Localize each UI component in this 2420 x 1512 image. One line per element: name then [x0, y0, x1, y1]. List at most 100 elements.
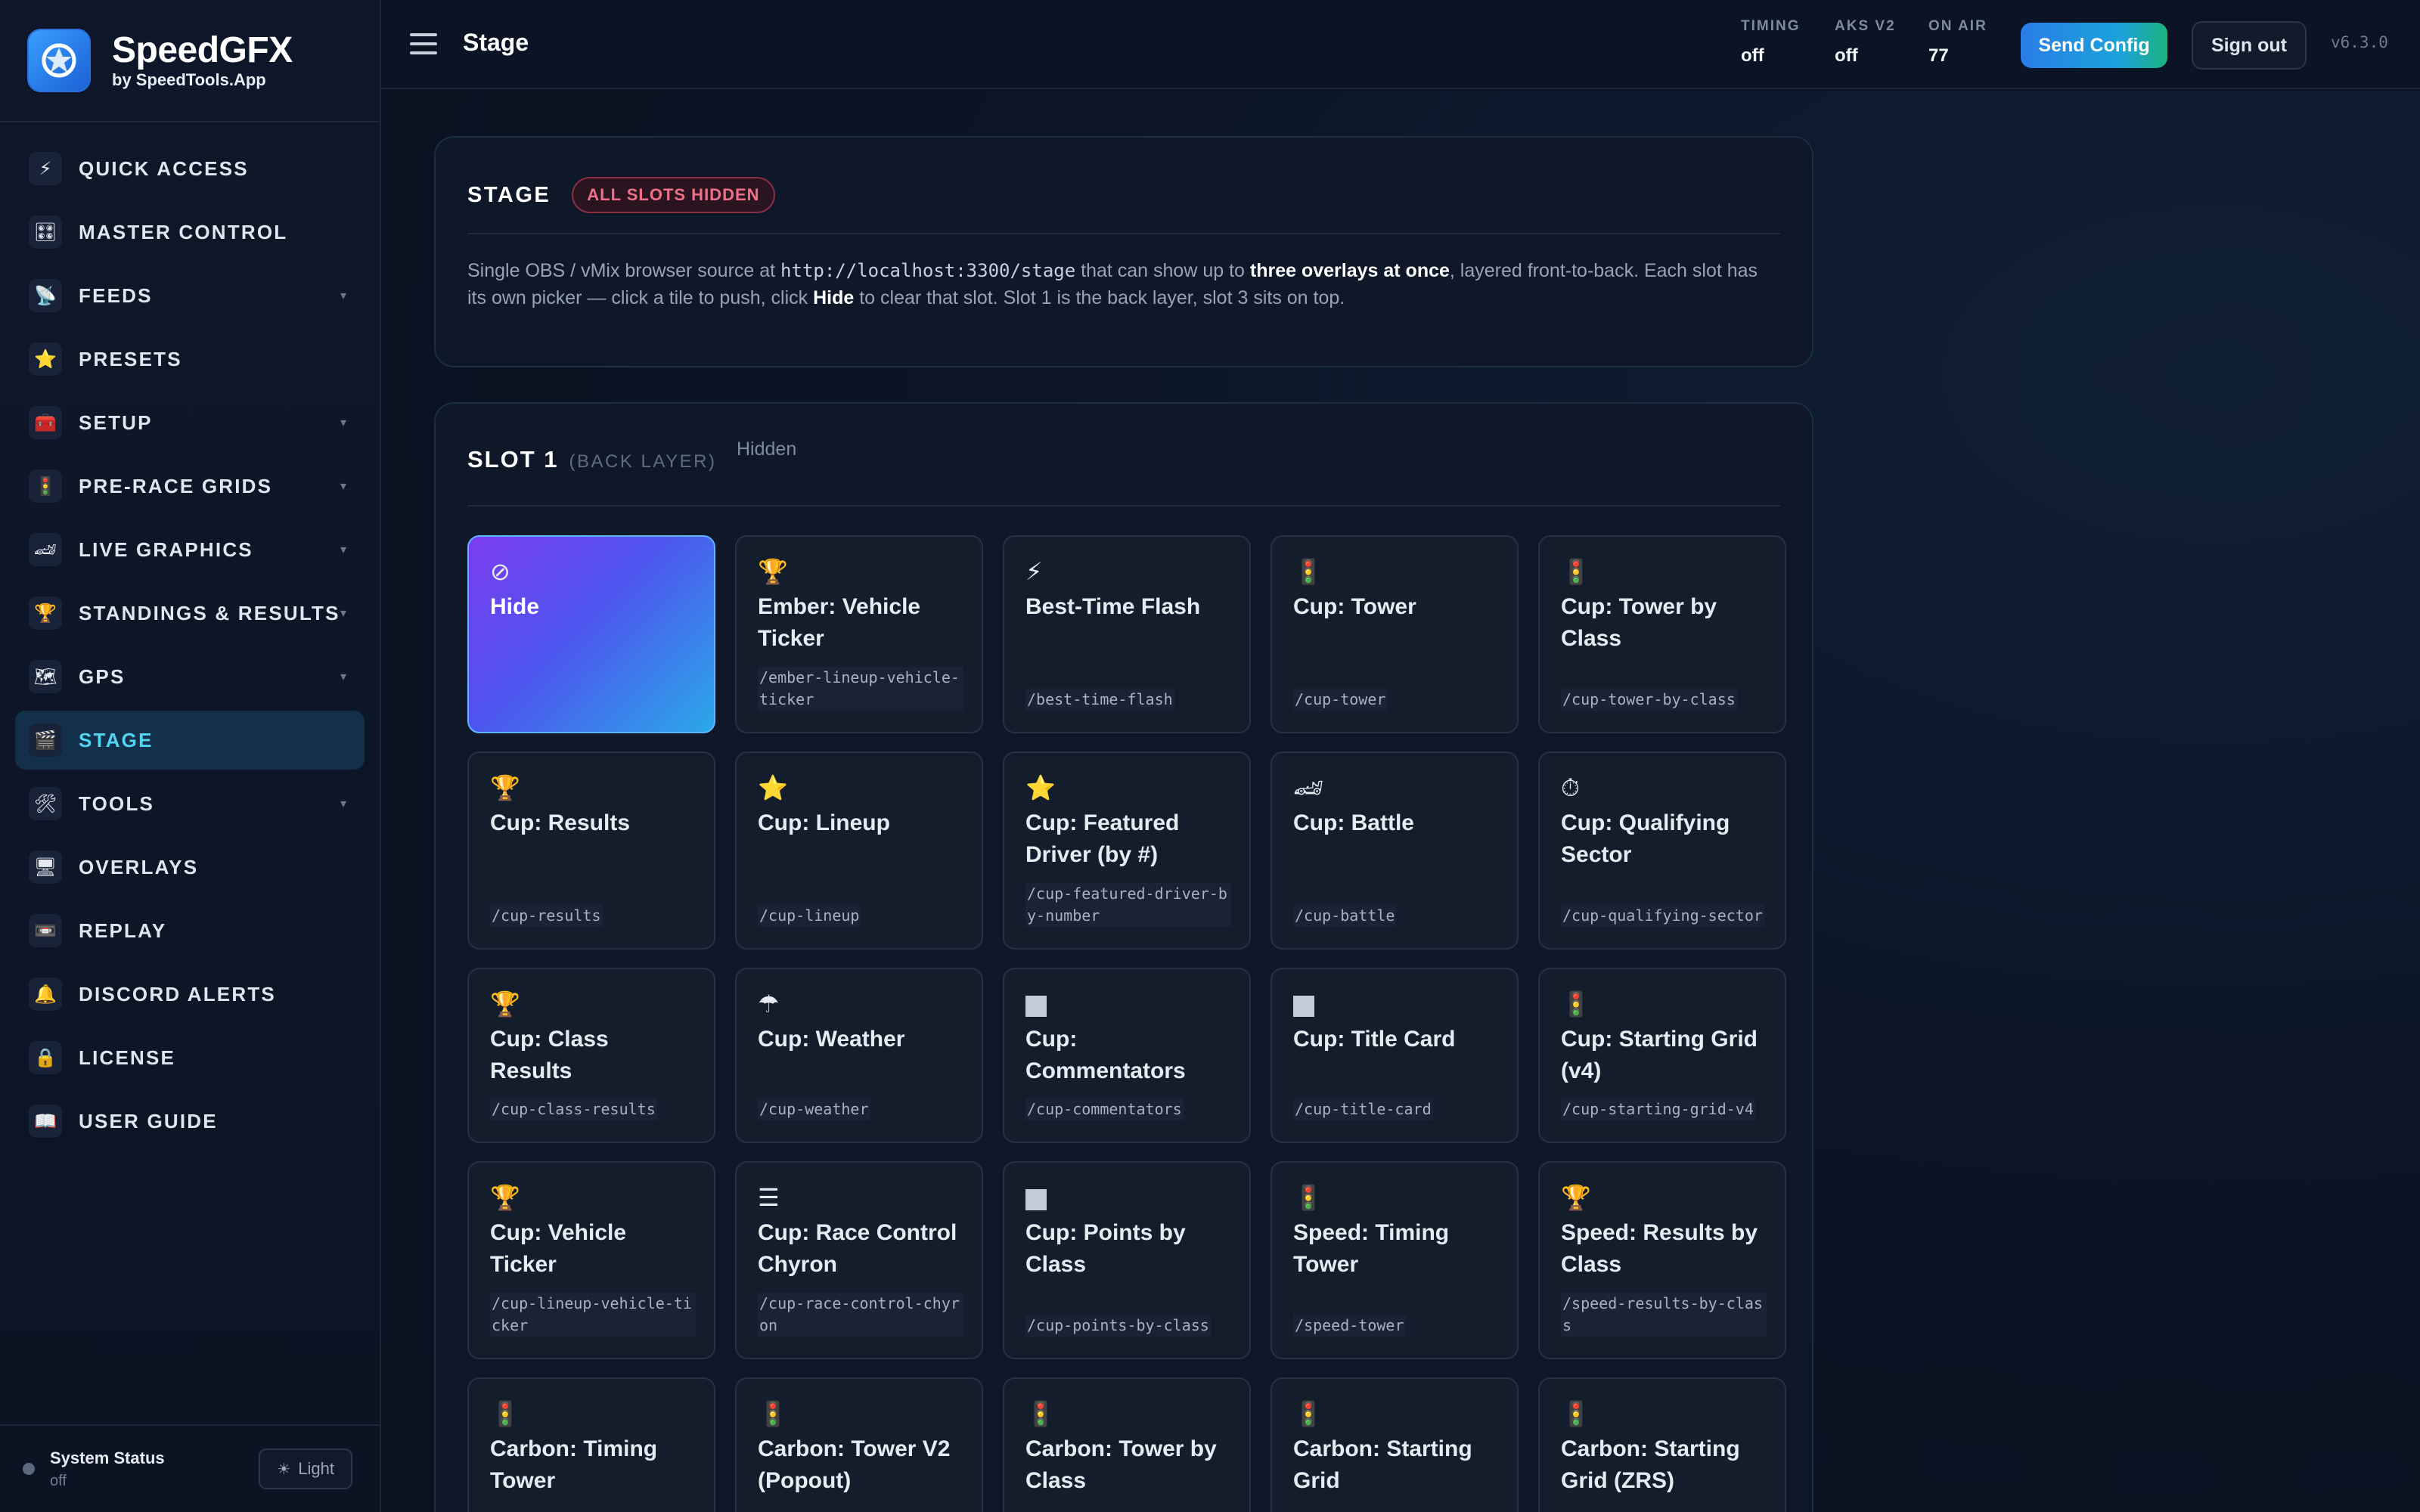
overlay-tile-ember-vehicle-ticker[interactable]: 🏆 Ember: Vehicle Ticker/ember-lineup-vehi… — [735, 535, 983, 733]
overlay-tile-carbon-starting-grid[interactable]: 🚦 Carbon: Starting Grid — [1270, 1377, 1519, 1512]
overlay-tile-best-time-flash[interactable]: ⚡ Best-Time Flash/best-time-flash — [1003, 535, 1251, 733]
chevron-down-icon[interactable]: ▾ — [340, 542, 346, 557]
chevron-down-icon[interactable]: ▾ — [340, 415, 346, 430]
trophy-icon: 🏆 — [758, 558, 788, 585]
sidebar-item-stage[interactable]: 🎬 STAGE — [15, 711, 365, 770]
tile-name: Cup: Race Control Chyron — [758, 1220, 957, 1277]
tile-route-path: /cup-lineup — [758, 905, 861, 927]
stat-on-air: ON AIR 77 — [1928, 18, 1987, 67]
lightning-icon: ⚡ — [1025, 558, 1043, 585]
traffic-light-icon: 🚦 — [490, 1400, 520, 1427]
sidebar-item-feeds[interactable]: 📡 FEEDS ▾ — [15, 266, 365, 325]
sidebar-item-setup[interactable]: 🧰 SETUP ▾ — [15, 393, 365, 452]
overlay-tile-cup-qualifying-sector[interactable]: ⏱ Cup: Qualifying Sector/cup-qualifying-s… — [1538, 751, 1786, 950]
traffic-light-icon: 🚦 — [758, 1400, 788, 1427]
overlay-tile-cup-featured-driver-by[interactable]: ⭐ Cup: Featured Driver (by #) /cup-feature… — [1003, 751, 1251, 950]
overlay-tile-carbon-starting-grid-zrs[interactable]: 🚦Carbon: Starting Grid (ZRS)/carbon-star… — [1538, 1377, 1786, 1512]
hamburger-menu-icon[interactable] — [408, 30, 439, 57]
race-car-icon: 🏎 — [1293, 774, 1324, 801]
overlay-tile-carbon-timing-tower[interactable]: 🚦 Carbon: Timing Tower — [467, 1377, 715, 1512]
sidebar-item-replay[interactable]: 📼 REPLAY — [15, 901, 365, 960]
overlay-tile-cup-tower[interactable]: 🚦 Cup: Tower/cup-tower — [1270, 535, 1519, 733]
overlay-tile-speed-results-by-class[interactable]: 🏆 Speed: Results by Class/speed-results-b… — [1538, 1161, 1786, 1359]
sidebar-item-user-guide[interactable]: 📖 USER GUIDE — [15, 1092, 365, 1151]
sidebar-item-master-control[interactable]: 🎛 MASTER CONTROL — [15, 203, 365, 262]
overlay-tile-cup-points-by-class[interactable]: Cup: Points by Class/cup-points-by-class — [1003, 1161, 1251, 1359]
brand[interactable]: SpeedGFX by SpeedTools.App — [0, 0, 380, 122]
sidebar-item-standings-and-results[interactable]: 🏆 STANDINGS & RESULTS ▾ — [15, 584, 365, 643]
divider — [467, 233, 1780, 234]
desc-hide-keyword: Hide — [813, 287, 855, 308]
overlay-tile-cup-commentators[interactable]: Cup: Commentators/cup-commentators — [1003, 968, 1251, 1143]
page-title: Stage — [463, 29, 529, 56]
slot-1-card: SLOT 1 (BACK LAYER) Hidden ⊘ Hide 🏆 Ember: … — [434, 402, 1813, 1512]
chevron-down-icon[interactable]: ▾ — [340, 606, 346, 621]
overlay-tile-cup-class-results[interactable]: 🏆 Cup: Class Results/cup-class-results — [467, 968, 715, 1143]
sidebar-item-label: STAGE — [79, 728, 154, 751]
sidebar-item-license[interactable]: 🔒 LICENSE — [15, 1028, 365, 1087]
chevron-down-icon[interactable]: ▾ — [340, 288, 346, 303]
overlay-tile-carbon-tower-by-class[interactable]: 🚦 Carbon: Tower by Class — [1003, 1377, 1251, 1512]
brand-subtitle: by SpeedTools.App — [112, 70, 266, 89]
overlay-tile-speed-timing-tower[interactable]: 🚦 Speed: Timing Tower/speed-tower — [1270, 1161, 1519, 1359]
tile-route-path: /best-time-flash — [1025, 689, 1174, 711]
theme-toggle-button[interactable]: ☀ Light — [259, 1448, 352, 1489]
control-knobs-icon: 🎛 — [29, 215, 62, 249]
stat-value: 77 — [1928, 45, 1949, 66]
slot-status: Hidden — [737, 438, 797, 460]
main-content: STAGE ALL SLOTS HIDDEN Single OBS / vMix… — [381, 91, 2420, 1512]
stat-label: TIMING — [1741, 18, 1801, 34]
slot-subtitle: (BACK LAYER) — [569, 451, 717, 472]
overlay-tile-cup-tower-by-class[interactable]: 🚦 Cup: Tower by Class/cup-tower-by-class — [1538, 535, 1786, 733]
sidebar-item-label: LICENSE — [79, 1046, 176, 1069]
overlay-tile-cup-results[interactable]: 🏆 Cup: Results/cup-results — [467, 751, 715, 950]
star-icon: ⭐ — [1025, 774, 1056, 801]
stage-description: Single OBS / vMix browser source at http… — [467, 257, 1780, 311]
sidebar-item-gps[interactable]: 🗺 GPS ▾ — [15, 647, 365, 706]
sidebar-item-live-graphics[interactable]: 🏎 LIVE GRAPHICS ▾ — [15, 520, 365, 579]
tile-name: Carbon: Timing Tower — [490, 1436, 658, 1493]
overlay-tile-carbon-tower-v2-popout[interactable]: 🚦Carbon: Tower V2 (Popout)/carbon-tower-… — [735, 1377, 983, 1512]
chevron-down-icon[interactable]: ▾ — [340, 669, 346, 684]
trophy-icon: 🏆 — [490, 774, 520, 801]
overlay-tile-cup-vehicle-ticker[interactable]: 🏆 Cup: Vehicle Ticker/cup-lineup-vehicle-… — [467, 1161, 715, 1359]
send-config-button[interactable]: Send Config — [2021, 23, 2167, 68]
overlay-tile-cup-battle[interactable]: 🏎 Cup: Battle/cup-battle — [1270, 751, 1519, 950]
chevron-down-icon[interactable]: ▾ — [340, 796, 346, 811]
tile-route-path: /speed-results-by-class — [1561, 1293, 1767, 1337]
tile-name: Cup: Qualifying Sector — [1561, 810, 1730, 867]
overlay-tile-cup-weather[interactable]: ☂ Cup: Weather/cup-weather — [735, 968, 983, 1143]
tile-name: Carbon: Starting Grid — [1293, 1436, 1472, 1493]
tile-name: Ember: Vehicle Ticker — [758, 594, 921, 651]
sun-icon: ☀ — [277, 1461, 291, 1478]
traffic-light-icon: 🚦 — [1561, 990, 1591, 1018]
sidebar-item-label: SETUP — [79, 411, 153, 434]
lock-icon: 🔒 — [29, 1041, 62, 1074]
overlay-tile-cup-starting-grid-v4[interactable]: 🚦 Cup: Starting Grid (v4) /cup-starting-gr… — [1538, 968, 1786, 1143]
sidebar-item-pre-race-grids[interactable]: 🚦 PRE-RACE GRIDS ▾ — [15, 457, 365, 516]
sidebar-item-label: FEEDS — [79, 284, 153, 307]
sidebar-item-presets[interactable]: ⭐ PRESETS — [15, 330, 365, 389]
overlay-tile-hide[interactable]: ⊘ Hide — [467, 535, 715, 733]
sidebar-item-discord-alerts[interactable]: 🔔 DISCORD ALERTS — [15, 965, 365, 1024]
tile-name: Cup: Class Results — [490, 1027, 609, 1083]
tile-route-path: /ember-lineup-vehicle-ticker — [758, 667, 963, 711]
map-icon: 🗺 — [29, 660, 62, 693]
sidebar-item-overlays[interactable]: 🖥 OVERLAYS — [15, 838, 365, 897]
tools-icon: 🛠 — [29, 787, 62, 820]
tile-name: Carbon: Tower V2 (Popout) — [758, 1436, 951, 1493]
star-icon: ⭐ — [29, 342, 62, 376]
system-status: System Status off ☀ Light — [0, 1424, 380, 1512]
overlay-tile-cup-title-card[interactable]: Cup: Title Card/cup-title-card — [1270, 968, 1519, 1143]
overlay-tile-cup-lineup[interactable]: ⭐ Cup: Lineup/cup-lineup — [735, 751, 983, 950]
sidebar-item-label: USER GUIDE — [79, 1109, 218, 1132]
sign-out-button[interactable]: Sign out — [2192, 21, 2307, 70]
sidebar-item-label: DISCORD ALERTS — [79, 982, 276, 1005]
traffic-light-icon: 🚦 — [1561, 558, 1591, 585]
chevron-down-icon[interactable]: ▾ — [340, 479, 346, 494]
overlay-tile-cup-race-control-chyron[interactable]: ☰ Cup: Race Control Chyron/cup-race-contr… — [735, 1161, 983, 1359]
brand-name: SpeedGFX — [112, 30, 293, 70]
lightning-icon: ⚡ — [29, 152, 62, 185]
sidebar-item-tools[interactable]: 🛠 TOOLS ▾ — [15, 774, 365, 833]
sidebar-item-quick-access[interactable]: ⚡ QUICK ACCESS — [15, 139, 365, 198]
